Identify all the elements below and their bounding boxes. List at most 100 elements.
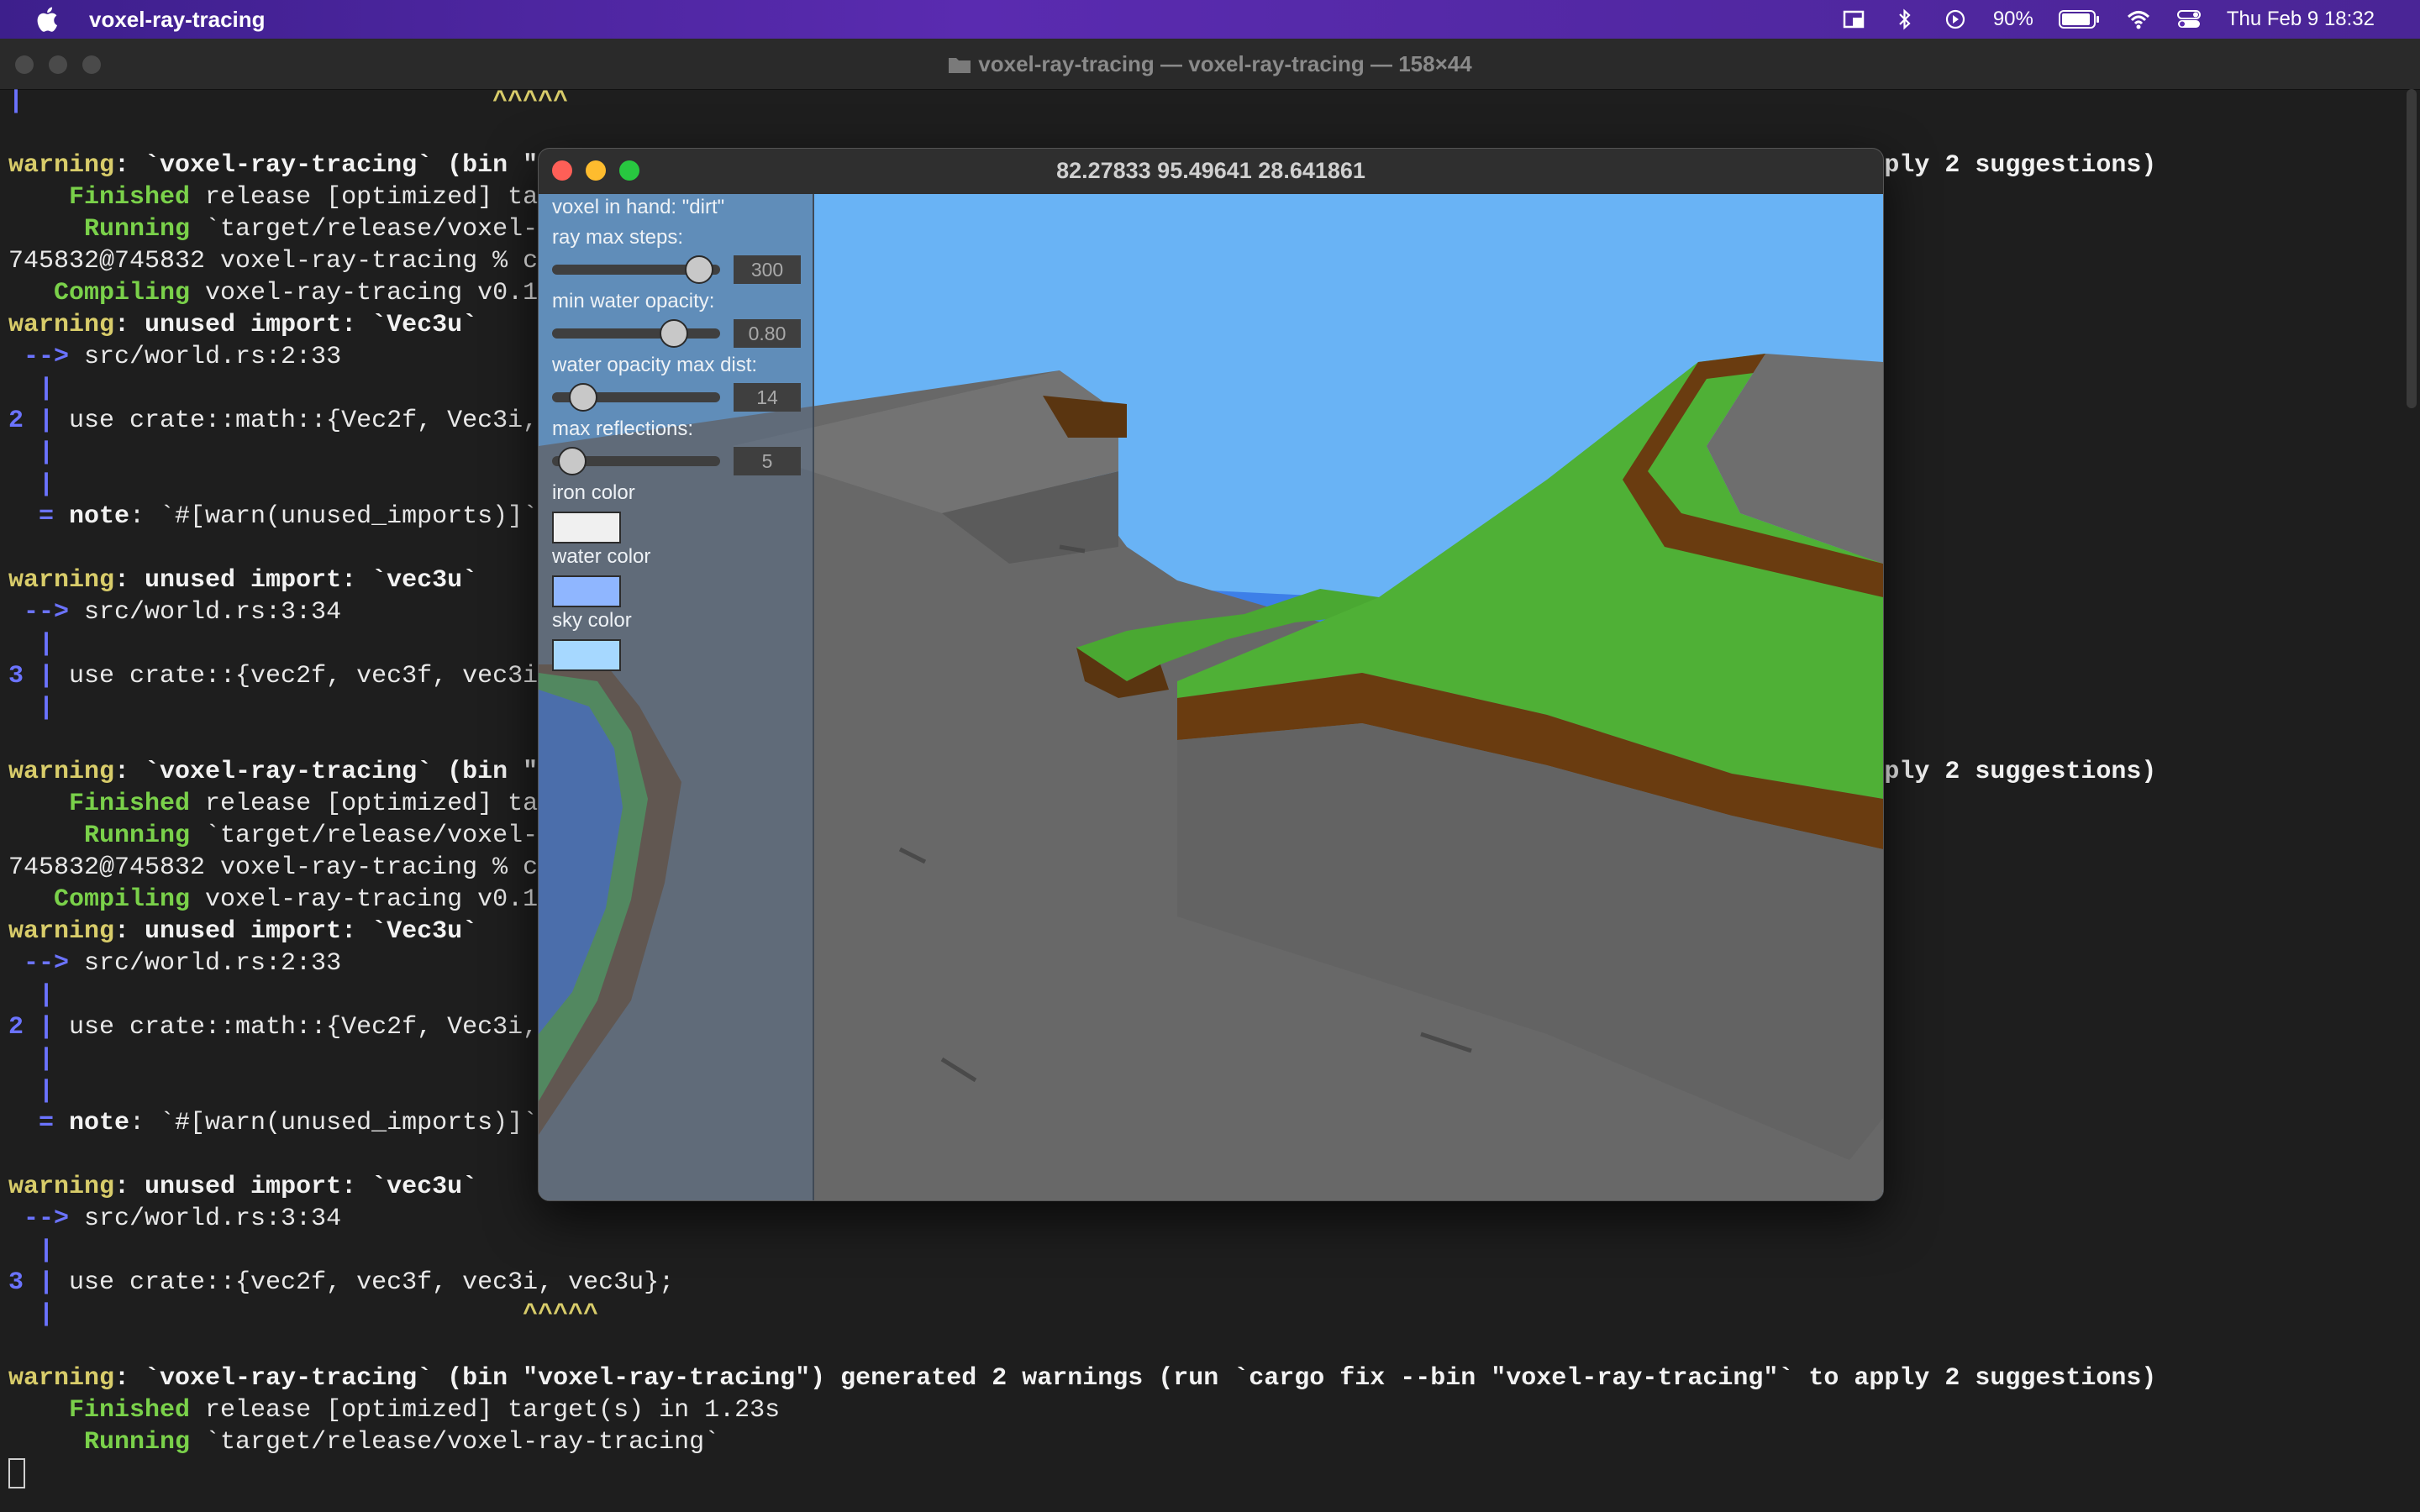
min-water-opacity-label: min water opacity: bbox=[552, 290, 715, 312]
terminal-text: src/world.rs:2:33 bbox=[84, 949, 342, 978]
terminal-line: warning: unused import: `Vec3u` bbox=[8, 309, 477, 341]
terminal-titlebar[interactable]: voxel-ray-tracing — voxel-ray-tracing — … bbox=[0, 39, 2420, 90]
terminal-text: voxel-ray-tracing v0.1.0 bbox=[190, 279, 569, 307]
terminal-text: | bbox=[8, 981, 55, 1010]
camera-position-title: 82.27833 95.49641 28.641861 bbox=[1056, 158, 1365, 183]
bluetooth-icon[interactable] bbox=[1892, 8, 1918, 30]
terminal-text: --> bbox=[8, 598, 85, 627]
app-titlebar[interactable]: 82.27833 95.49641 28.641861 bbox=[539, 149, 1883, 194]
terminal-text: note bbox=[69, 1109, 130, 1137]
apple-menu-icon[interactable] bbox=[34, 5, 59, 34]
water-opacity-max-dist-value[interactable]: 14 bbox=[734, 383, 801, 412]
terminal-text: Finished bbox=[8, 183, 191, 212]
terminal-line: warning: unused import: `Vec3u` bbox=[8, 916, 477, 948]
terminal-text: src/world.rs:3:34 bbox=[84, 1205, 342, 1233]
battery-percentage: 90% bbox=[1992, 8, 2033, 30]
app-minimize-button[interactable] bbox=[586, 160, 606, 181]
terminal-text: Compiling bbox=[8, 885, 191, 914]
terminal-line: warning: unused import: `vec3u` bbox=[8, 1171, 477, 1203]
terminal-line: | bbox=[8, 373, 54, 405]
terminal-text: warning bbox=[8, 917, 115, 946]
terminal-text: Running bbox=[8, 215, 191, 244]
app-zoom-button[interactable] bbox=[619, 160, 639, 181]
slider-thumb[interactable] bbox=[557, 447, 587, 475]
terminal-line: | bbox=[8, 437, 54, 469]
terminal-text: Running bbox=[8, 1428, 191, 1457]
battery-icon[interactable] bbox=[2058, 8, 2101, 30]
max-reflections-value[interactable]: 5 bbox=[734, 447, 801, 475]
text-cursor bbox=[8, 1458, 25, 1489]
terminal-text: : unused import: `Vec3u` bbox=[114, 311, 478, 339]
iron-color-swatch[interactable] bbox=[552, 512, 621, 543]
minimize-button[interactable] bbox=[49, 55, 67, 74]
terminal-line: | bbox=[8, 469, 54, 501]
clock[interactable]: Thu Feb 9 18:32 bbox=[2227, 8, 2375, 31]
terminal-text: --> bbox=[8, 949, 85, 978]
terminal-text: voxel-ray-tracing v0.1.0 bbox=[190, 885, 569, 914]
terminal-text: note bbox=[69, 502, 130, 531]
terminal-line: Compiling voxel-ray-tracing v0.1.0 bbox=[8, 277, 568, 309]
terminal-text: = bbox=[8, 1109, 70, 1137]
terminal-text: | bbox=[8, 1045, 55, 1074]
terminal-line: | bbox=[8, 692, 54, 724]
terminal-line: --> src/world.rs:2:33 bbox=[8, 948, 341, 979]
terminal-text: | bbox=[8, 438, 55, 467]
terminal-text: Running bbox=[8, 822, 191, 850]
terminal-text: `target/release/voxel-ray-tracing` bbox=[190, 1428, 720, 1457]
control-center-icon[interactable] bbox=[2176, 8, 2202, 30]
wifi-icon[interactable] bbox=[2126, 8, 2151, 30]
terminal-text: 3 | bbox=[8, 662, 55, 690]
terminal-scrollbar[interactable] bbox=[2407, 89, 2417, 408]
ray-max-steps-value[interactable]: 300 bbox=[734, 255, 801, 284]
display-icon[interactable] bbox=[1842, 8, 1867, 30]
terminal-line: 3 | use crate::{vec2f, vec3f, vec3i, vec… bbox=[8, 1267, 674, 1299]
terminal-text: | bbox=[8, 1236, 55, 1265]
terminal-line: | bbox=[8, 628, 54, 660]
terminal-text: | bbox=[8, 375, 55, 403]
min-water-opacity-slider[interactable] bbox=[552, 319, 720, 348]
terminal-text: : `voxel-ray-tracing` (bin "voxel-ray-tr… bbox=[114, 1364, 2157, 1393]
terminal-text: ^^^^^ bbox=[492, 87, 569, 116]
zoom-button[interactable] bbox=[82, 55, 101, 74]
terminal-text: | bbox=[8, 694, 55, 722]
terminal-line: | bbox=[8, 979, 54, 1011]
iron-color-label: iron color bbox=[552, 481, 635, 504]
sky-color-swatch[interactable] bbox=[552, 639, 621, 671]
terminal-line: | ^^^^^ bbox=[8, 1299, 598, 1331]
ray-max-steps-slider[interactable] bbox=[552, 255, 720, 284]
terminal-line: | bbox=[8, 1235, 54, 1267]
terminal-text: use crate::{vec2f, vec3f, vec3i, vec3u}; bbox=[54, 1268, 675, 1297]
prompt-line[interactable] bbox=[8, 1458, 25, 1490]
now-playing-icon[interactable] bbox=[1943, 8, 1968, 30]
water-color-label: water color bbox=[552, 545, 651, 568]
slider-thumb[interactable] bbox=[685, 255, 714, 284]
terminal-text: : unused import: `Vec3u` bbox=[114, 917, 478, 946]
terminal-text: | bbox=[8, 630, 55, 659]
terminal-line: | bbox=[8, 1075, 54, 1107]
close-button[interactable] bbox=[15, 55, 34, 74]
min-water-opacity-value[interactable]: 0.80 bbox=[734, 319, 801, 348]
terminal-text: src/world.rs:2:33 bbox=[84, 343, 342, 371]
terminal-text: src/world.rs:3:34 bbox=[84, 598, 342, 627]
terminal-text: release [optimized] target(s) in 1.23s bbox=[190, 1396, 781, 1425]
slider-thumb[interactable] bbox=[659, 319, 688, 348]
terminal-line: Compiling voxel-ray-tracing v0.1.0 bbox=[8, 884, 568, 916]
terminal-text: Finished bbox=[8, 1396, 191, 1425]
water-color-swatch[interactable] bbox=[552, 575, 621, 607]
max-reflections-slider[interactable] bbox=[552, 447, 720, 475]
terminal-text: | bbox=[8, 470, 55, 499]
terminal-text: = bbox=[8, 502, 70, 531]
status-area: 90% Thu Feb 9 18:32 bbox=[1842, 0, 2375, 39]
voxel-in-hand-label: voxel in hand: "dirt" bbox=[552, 196, 725, 218]
app-close-button[interactable] bbox=[552, 160, 572, 181]
terminal-text: 2 | bbox=[8, 407, 55, 435]
slider-thumb[interactable] bbox=[569, 383, 598, 412]
terminal-line: | bbox=[8, 1043, 54, 1075]
terminal-line: Running `target/release/voxel-ray-tracin… bbox=[8, 1426, 719, 1458]
active-app-name[interactable]: voxel-ray-tracing bbox=[89, 7, 266, 33]
terminal-text: --> bbox=[8, 343, 85, 371]
terminal-text: warning bbox=[8, 566, 115, 595]
water-opacity-max-dist-slider[interactable] bbox=[552, 383, 720, 412]
